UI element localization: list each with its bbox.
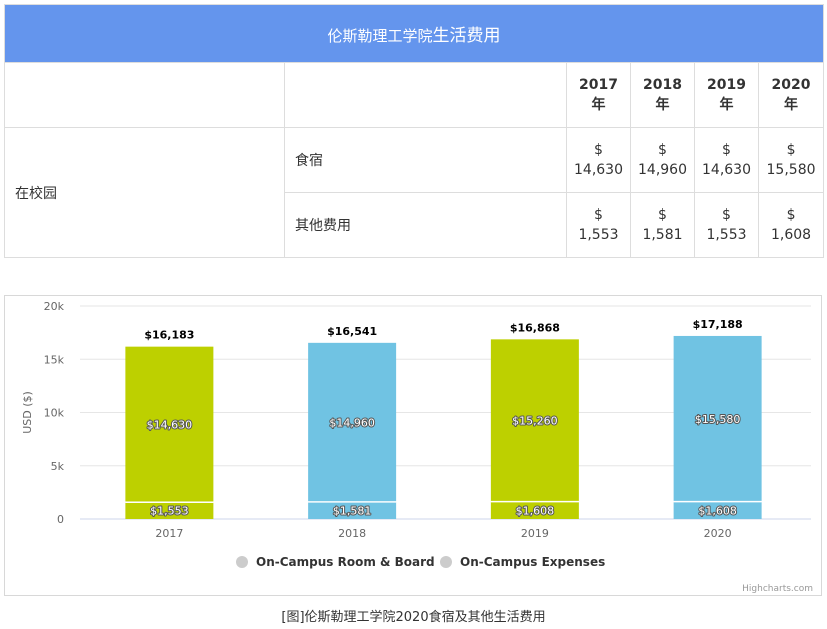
y-tick-label: 10k: [44, 407, 65, 420]
row-label-other-expenses: 其他费用: [284, 192, 567, 258]
total-label: $16,183: [144, 329, 194, 342]
x-tick-label: 2020: [704, 527, 732, 540]
year-header-2018: 2018 年: [630, 62, 695, 128]
legend-item-expenses: On-Campus Expenses: [460, 555, 605, 569]
table-title-main: 生活费用: [432, 26, 501, 46]
chart-canvas: 0 5k 10k 15k 20k USD ($) $14,630 $1,553 $16,183 2…: [21, 300, 813, 594]
year-header-2020: 2020 年: [757, 62, 825, 128]
total-label: $17,188: [693, 318, 743, 331]
living-cost-table: 伦斯勒理工学院生活费用 2017 年 2018 年 2019 年 2020 年 在校园 …: [3, 4, 825, 258]
table-cell: $14,630: [694, 127, 759, 193]
data-label-expenses: $1,608: [698, 504, 737, 517]
data-label-room-board: $15,260: [512, 415, 558, 428]
data-label-room-board: $15,580: [695, 413, 741, 426]
row-label-room-board: 食宿: [284, 127, 567, 193]
table-corner-cell: [284, 62, 567, 128]
total-label: $16,868: [510, 321, 560, 334]
y-tick-label: 0: [57, 513, 64, 526]
table-corner-cell: [4, 62, 285, 128]
y-tick-label: 15k: [44, 353, 65, 366]
table-title: 伦斯勒理工学院生活费用: [3, 4, 825, 63]
data-label-room-board: $14,960: [329, 417, 375, 430]
data-label-expenses: $1,608: [516, 504, 555, 517]
figure-caption: [图]伦斯勒理工学院2020食宿及其他生活费用: [281, 610, 546, 625]
legend-marker-expenses: [440, 556, 452, 568]
table-cell: $1,553: [694, 192, 759, 258]
legend-marker-room-board: [236, 556, 248, 568]
table-cell: $14,960: [630, 127, 695, 193]
y-tick-label: 20k: [44, 300, 65, 313]
data-label-room-board: $14,630: [147, 419, 193, 432]
data-label-expenses: $1,553: [150, 505, 189, 518]
table-title-prefix: 伦斯勒理工学院: [327, 27, 433, 45]
table-cell: $14,630: [566, 127, 631, 193]
x-tick-label: 2019: [521, 527, 549, 540]
x-tick-label: 2018: [338, 527, 366, 540]
table-cell: $1,608: [757, 192, 825, 258]
chart-credit: Highcharts.com: [742, 584, 813, 594]
cost-chart: 0 5k 10k 15k 20k USD ($) $14,630 $1,553 $16,183 2…: [4, 295, 822, 596]
table-cell: $1,581: [630, 192, 695, 258]
table-cell: $1,553: [566, 192, 631, 258]
section-label: 在校园: [4, 127, 285, 258]
y-axis-title: USD ($): [21, 391, 34, 434]
x-tick-label: 2017: [155, 527, 183, 540]
legend-item-room-board: On-Campus Room & Board: [256, 555, 435, 569]
year-header-2019: 2019 年: [694, 62, 759, 128]
table-cell: $15,580: [757, 127, 825, 193]
total-label: $16,541: [327, 325, 377, 338]
y-tick-label: 5k: [51, 460, 65, 473]
year-header-2017: 2017 年: [566, 62, 631, 128]
data-label-expenses: $1,581: [333, 505, 372, 518]
